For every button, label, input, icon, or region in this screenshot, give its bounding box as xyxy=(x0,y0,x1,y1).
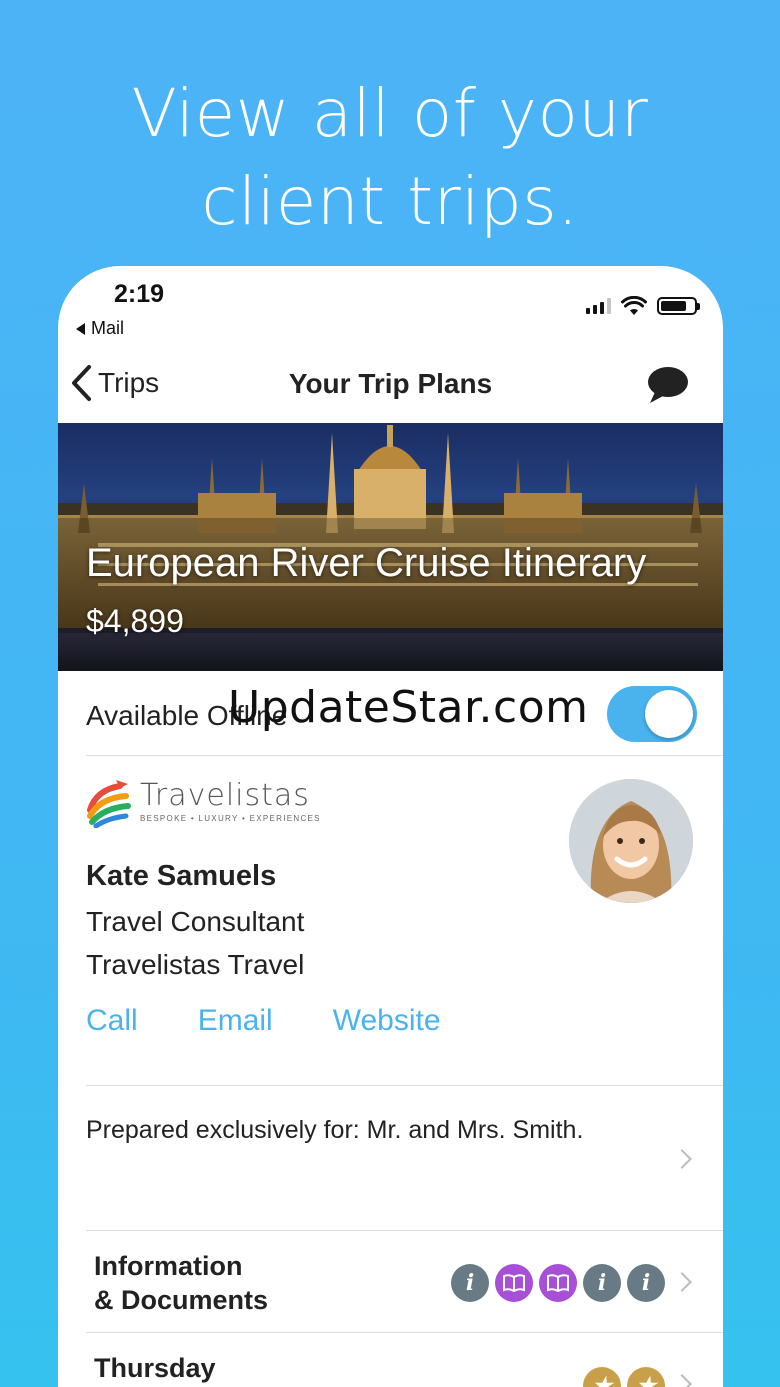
chevron-right-icon xyxy=(672,1272,692,1292)
agent-company: Travelistas Travel xyxy=(86,949,305,980)
section-information-documents[interactable]: Information & Documents i i i xyxy=(58,1231,723,1332)
trip-price: $4,899 xyxy=(86,603,184,639)
chevron-right-icon xyxy=(672,1374,692,1387)
battery-icon xyxy=(657,297,700,315)
email-link[interactable]: Email xyxy=(198,1004,273,1038)
headline-line-2: client trips. xyxy=(201,163,579,240)
info-icon: i xyxy=(451,1264,489,1302)
travelistas-logo-icon xyxy=(87,780,131,828)
toggle-knob xyxy=(645,690,693,738)
chevron-left-icon xyxy=(72,365,91,401)
call-link[interactable]: Call xyxy=(86,1004,138,1038)
agent-portrait xyxy=(569,779,693,903)
agent-contact-links: Call Email Website xyxy=(86,1004,441,1038)
trip-hero-image[interactable]: European River Cruise Itinerary $4,899 xyxy=(58,423,723,671)
back-button-label: Trips xyxy=(98,367,160,398)
agency-logo: Travelistas BESPOKE • LUXURY • EXPERIENC… xyxy=(86,776,321,828)
star-icon: ★ xyxy=(583,1367,621,1387)
headline: View all of your client trips. xyxy=(0,70,780,246)
back-to-app[interactable]: Mail xyxy=(76,318,124,339)
agency-tagline: BESPOKE • LUXURY • EXPERIENCES xyxy=(140,814,321,823)
agent-card: Travelistas BESPOKE • LUXURY • EXPERIENC… xyxy=(58,756,723,1086)
phone-screen: 2:19 Mail Trips Your Trip Plans European… xyxy=(58,266,723,1387)
section-title-line-2: & Documents xyxy=(94,1285,269,1315)
prepared-for-row[interactable]: Prepared exclusively for: Mr. and Mrs. S… xyxy=(58,1086,723,1231)
available-offline-toggle[interactable] xyxy=(607,686,697,742)
section-badges: i i i xyxy=(451,1264,665,1302)
prepared-for-text: Prepared exclusively for: Mr. and Mrs. S… xyxy=(86,1116,584,1144)
available-offline-row: Available Offline UpdateStar.com xyxy=(58,672,723,756)
chat-bubble-icon xyxy=(648,367,688,403)
trip-title: European River Cruise Itinerary xyxy=(86,541,647,585)
info-icon: i xyxy=(583,1264,621,1302)
book-icon xyxy=(539,1264,577,1302)
cellular-signal-icon xyxy=(586,298,611,314)
star-icon: ★ xyxy=(627,1367,665,1387)
navigation-bar: Trips Your Trip Plans xyxy=(58,354,723,422)
back-app-label: Mail xyxy=(91,318,125,338)
status-time: 2:19 xyxy=(114,280,165,308)
agent-avatar xyxy=(569,779,693,903)
wifi-icon xyxy=(621,296,647,315)
chat-button[interactable] xyxy=(647,366,689,409)
agency-brand-name: Travelistas xyxy=(140,778,310,813)
info-icon: i xyxy=(627,1264,665,1302)
status-icons xyxy=(586,296,700,316)
back-triangle-icon xyxy=(76,322,85,335)
agent-role: Travel Consultant xyxy=(86,906,305,937)
watermark: UpdateStar.com xyxy=(228,682,589,733)
book-icon xyxy=(495,1264,533,1302)
section-title: Information & Documents xyxy=(94,1249,268,1317)
section-title: Thursday xyxy=(94,1353,216,1383)
section-thursday[interactable]: Thursday ★ ★ xyxy=(58,1333,723,1387)
chevron-right-icon xyxy=(672,1149,692,1169)
headline-line-1: View all of your xyxy=(131,75,649,152)
section-badges: ★ ★ xyxy=(583,1367,665,1387)
back-button[interactable]: Trips xyxy=(70,364,159,402)
agent-name: Kate Samuels xyxy=(86,860,277,892)
website-link[interactable]: Website xyxy=(333,1004,441,1038)
section-title-line-1: Information xyxy=(94,1251,243,1281)
